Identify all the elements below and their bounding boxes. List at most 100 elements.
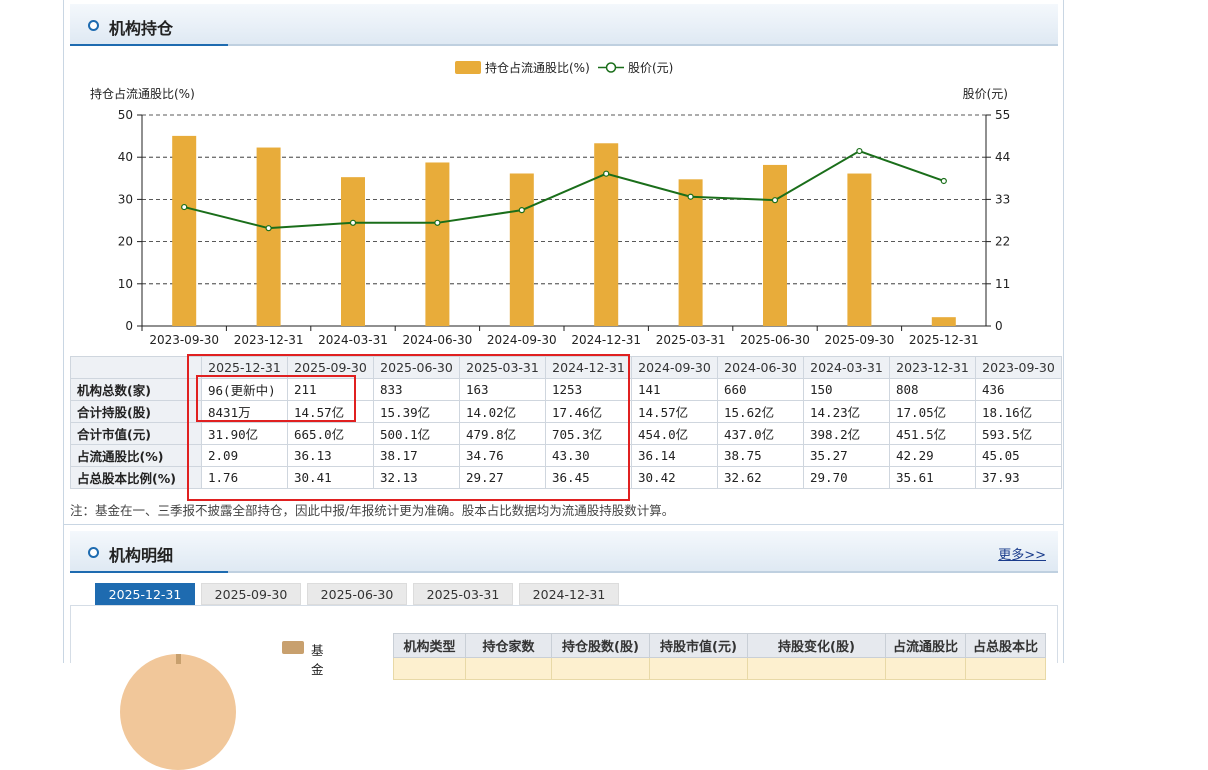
y2-tick-label: 33: [995, 192, 1010, 206]
legend-swatch: [282, 641, 304, 654]
y2-tick-label: 55: [995, 108, 1010, 122]
detail-cell: [649, 657, 748, 680]
tab-2025-03-31[interactable]: 2025-03-31: [413, 583, 513, 605]
detail-col-header: 持仓股数(股): [551, 633, 650, 658]
detail-cell: [965, 657, 1046, 680]
row-header: 占总股本比例(%): [70, 466, 202, 489]
x-tick-label: 2024-09-30: [487, 333, 557, 347]
table-cell: 593.5亿: [975, 422, 1062, 445]
y2-tick-label: 44: [995, 150, 1010, 164]
col-header: 2024-09-30: [631, 356, 718, 379]
table-cell: 32.62: [717, 466, 804, 489]
table-cell: 141: [631, 378, 718, 401]
tab-2025-09-30[interactable]: 2025-09-30: [201, 583, 301, 605]
table-cell: 454.0亿: [631, 422, 718, 445]
table-cell: 14.57亿: [631, 400, 718, 423]
table-cell: 451.5亿: [889, 422, 976, 445]
detail-col-header: 占总股本比: [965, 633, 1046, 658]
detail-cell: [465, 657, 552, 680]
bar: [847, 173, 872, 326]
price-point: [771, 197, 779, 204]
detail-cell: [551, 657, 650, 680]
table-cell: 437.0亿: [717, 422, 804, 445]
tab-2024-12-31[interactable]: 2024-12-31: [519, 583, 619, 605]
footnote: 注：基金在一、三季报不披露全部持仓，因此中报/年报统计更为准确。股本占比数据均为…: [70, 503, 675, 518]
col-header: 2024-03-31: [803, 356, 890, 379]
y-tick-label: 40: [118, 150, 133, 164]
section-header-detail: 机构明细 更多>>: [70, 531, 1058, 573]
price-line: [183, 149, 945, 230]
bar: [509, 173, 534, 326]
col-header: 2023-12-31: [889, 356, 976, 379]
price-point: [434, 219, 441, 226]
section-divider: [63, 524, 1064, 525]
detail-col-header: 占流通股比: [885, 633, 966, 658]
legend-bar-swatch: [455, 61, 481, 74]
legend-bar-label: 持仓占流通股比(%): [485, 60, 590, 75]
y-tick-label: 20: [118, 235, 133, 249]
x-tick-label: 2025-09-30: [825, 333, 895, 347]
price-point: [265, 225, 272, 232]
table-cell: 150: [803, 378, 890, 401]
row-header: 合计市值(元): [70, 422, 202, 445]
legend-line-marker: [605, 62, 617, 73]
holdings-chart: 持仓占流通股比(%) 股价(元) 持仓占流通股比(%) 股价(元) 0 10 20 3…: [90, 60, 1010, 347]
price-point: [518, 207, 525, 214]
table-cell: 15.62亿: [717, 400, 804, 423]
col-header: 2023-09-30: [975, 356, 1062, 379]
table-cell: 38.75: [717, 444, 804, 467]
y-axis-label: 持仓占流通股比(%): [90, 86, 195, 101]
price-point: [687, 193, 694, 200]
x-tick-label: 2024-03-31: [318, 333, 388, 347]
detail-col-header: 持股变化(股): [747, 633, 886, 658]
table-cell: 14.23亿: [803, 400, 890, 423]
table-cell: 42.29: [889, 444, 976, 467]
table-cell: 18.16亿: [975, 400, 1062, 423]
detail-cell: [747, 657, 886, 680]
pie-chart: [120, 654, 236, 770]
y-tick-label: 10: [118, 277, 133, 291]
x-tick-label: 2024-12-31: [571, 333, 641, 347]
table-cell: 45.05: [975, 444, 1062, 467]
detail-col-header: 持仓家数: [465, 633, 552, 658]
y-tick-label: 0: [125, 319, 133, 333]
table-cell: 808: [889, 378, 976, 401]
x-tick-label: 2023-12-31: [234, 333, 304, 347]
bar: [678, 179, 703, 326]
more-link[interactable]: 更多>>: [998, 544, 1046, 563]
highlight-box-inner: [196, 375, 356, 422]
x-tick-label: 2024-06-30: [403, 333, 473, 347]
price-point: [181, 203, 188, 211]
table-cell: 29.70: [803, 466, 890, 489]
bullet-icon: [88, 547, 99, 558]
section-title: 机构明细: [109, 546, 174, 565]
price-point: [349, 219, 357, 226]
price-point: [856, 147, 863, 155]
y2-tick-label: 22: [995, 235, 1010, 249]
table-cell: 17.05亿: [889, 400, 976, 423]
price-point: [940, 177, 947, 185]
bar: [172, 135, 197, 326]
detail-col-header: 持股市值(元): [649, 633, 748, 658]
y2-tick-label: 11: [995, 277, 1010, 291]
table-corner: [70, 356, 202, 379]
header-underline: [70, 571, 228, 573]
x-tick-label: 2025-06-30: [740, 333, 810, 347]
col-header: 2024-06-30: [717, 356, 804, 379]
table-cell: 35.61: [889, 466, 976, 489]
table-cell: 36.14: [631, 444, 718, 467]
table-cell: 398.2亿: [803, 422, 890, 445]
tab-2025-06-30[interactable]: 2025-06-30: [307, 583, 407, 605]
row-header: 机构总数(家): [70, 378, 202, 401]
tab-2025-12-31[interactable]: 2025-12-31: [95, 583, 195, 605]
x-tick-label: 2025-03-31: [656, 333, 726, 347]
row-header: 合计持股(股): [70, 400, 202, 423]
detail-cell: [885, 657, 966, 680]
y2-axis-label: 股价(元): [963, 87, 1008, 101]
table-cell: 30.42: [631, 466, 718, 489]
x-tick-label: 2023-09-30: [149, 333, 219, 347]
bar: [341, 177, 365, 326]
table-cell: 37.93: [975, 466, 1062, 489]
x-tick-label: 2025-12-31: [909, 333, 979, 347]
detail-col-header: 机构类型: [393, 633, 466, 658]
